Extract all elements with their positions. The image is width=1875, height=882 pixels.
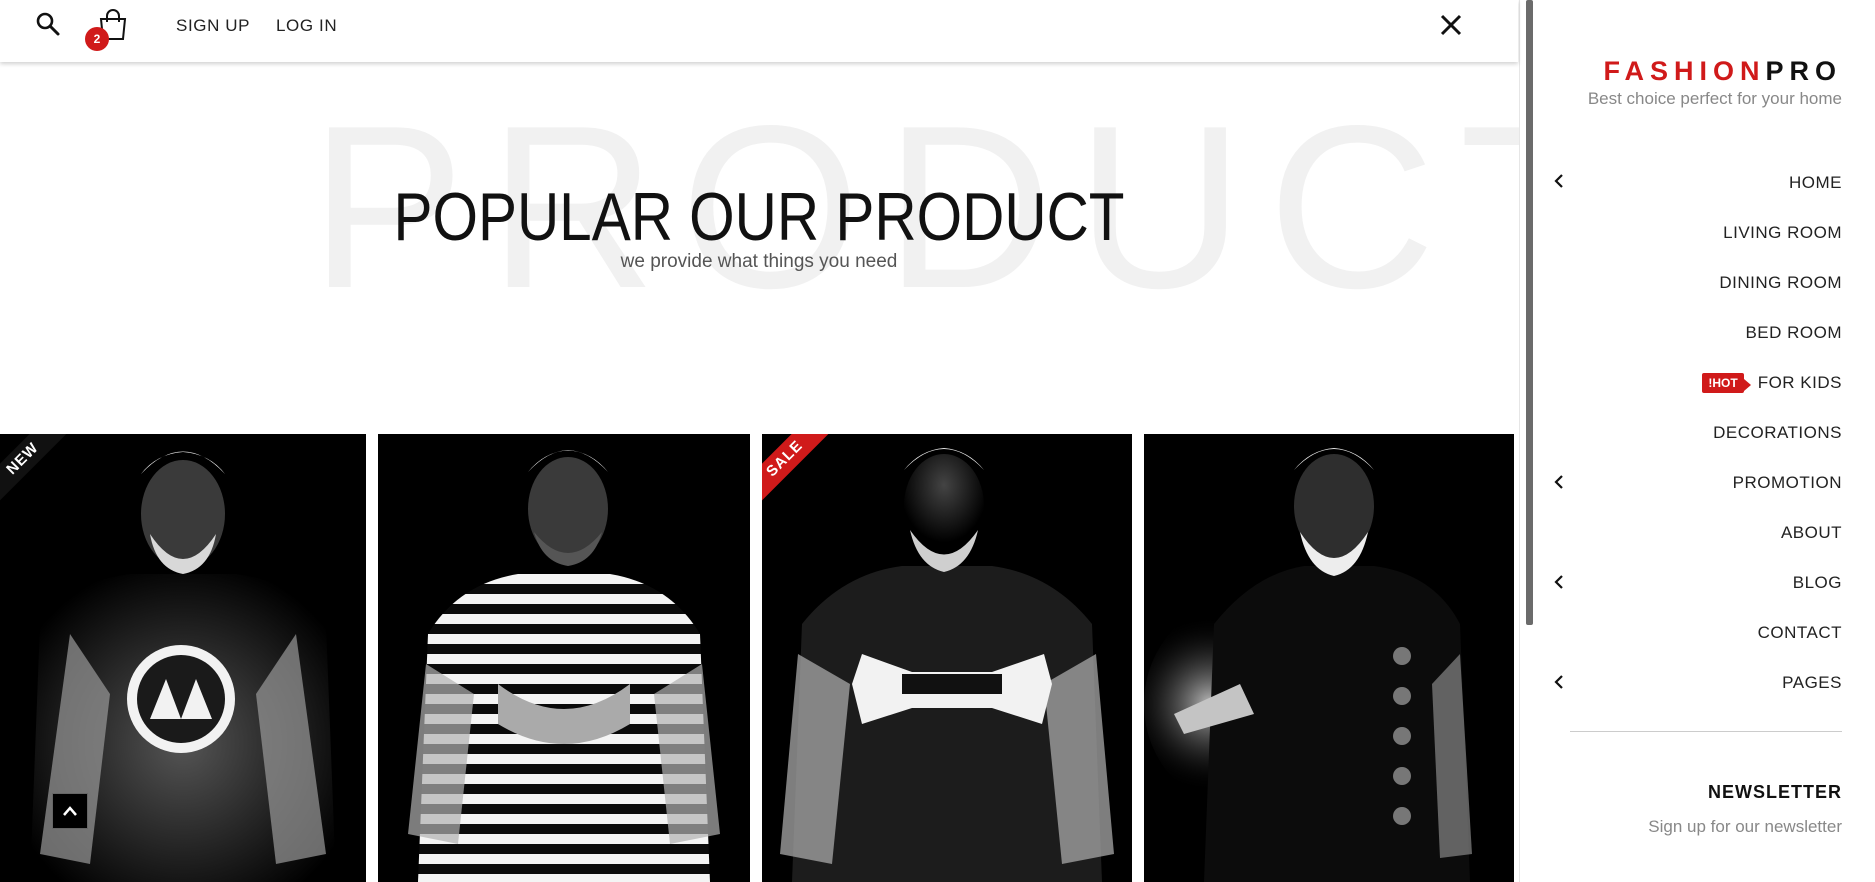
chevron-left-icon[interactable] (1552, 674, 1566, 690)
side-menu: FASHIONPRO Best choice perfect for your … (1536, 0, 1875, 882)
menu-divider (1570, 731, 1842, 732)
product-card[interactable] (378, 434, 750, 882)
menu-item-contact[interactable]: CONTACT (1758, 618, 1842, 648)
menu-item-bed-room[interactable]: BED ROOM (1745, 318, 1842, 348)
product-image (762, 434, 1132, 882)
menu-item-blog[interactable]: BLOG (1793, 568, 1842, 598)
chevron-up-icon[interactable] (52, 793, 88, 829)
close-icon[interactable] (1434, 8, 1468, 42)
product-card[interactable] (1144, 434, 1514, 882)
scrollbar-thumb[interactable] (1526, 0, 1533, 625)
menu-item-about[interactable]: ABOUT (1781, 518, 1842, 548)
menu-item-living-room[interactable]: LIVING ROOM (1723, 218, 1842, 248)
newsletter-subtitle: Sign up for our newsletter (1648, 817, 1842, 836)
menu-item-dining-room[interactable]: DINING ROOM (1719, 268, 1842, 298)
section-subtitle: we provide what things you need (620, 251, 898, 272)
menu-item-promotion[interactable]: PROMOTION (1733, 468, 1842, 498)
section-title: POPULAR OUR PRODUCT (393, 179, 1125, 255)
product-grid: NEW SALE (0, 434, 1514, 882)
product-image (1144, 434, 1514, 882)
menu-item-home[interactable]: HOME (1789, 168, 1842, 198)
chevron-left-icon[interactable] (1552, 574, 1566, 590)
logo-part-2: PRO (1765, 56, 1842, 86)
main-content: 2 SIGN UP LOG IN PRODUCT POPULAR OUR PRO… (0, 0, 1536, 882)
menu-item-label: FOR KIDS (1757, 373, 1842, 392)
brand-logo[interactable]: FASHIONPRO (1603, 56, 1842, 87)
newsletter-title: NEWSLETTER (1708, 782, 1842, 802)
menu-item-pages[interactable]: PAGES (1782, 668, 1842, 698)
product-image (378, 434, 750, 882)
chevron-left-icon[interactable] (1552, 474, 1566, 490)
signup-link[interactable]: SIGN UP (176, 16, 250, 36)
top-bar: 2 SIGN UP LOG IN (0, 0, 1518, 62)
menu-item-for-kids[interactable]: !HOT FOR KIDS (1702, 368, 1842, 398)
menu-item-decorations[interactable]: DECORATIONS (1713, 418, 1842, 448)
login-link[interactable]: LOG IN (276, 16, 337, 36)
product-card[interactable]: SALE (762, 434, 1132, 882)
search-icon[interactable] (34, 10, 64, 40)
hot-badge: !HOT (1702, 373, 1752, 393)
brand-tagline: Best choice perfect for your home (1587, 89, 1842, 108)
cart-count-badge: 2 (85, 27, 109, 51)
logo-part-1: FASHION (1603, 56, 1766, 86)
chevron-left-icon[interactable] (1552, 173, 1566, 189)
